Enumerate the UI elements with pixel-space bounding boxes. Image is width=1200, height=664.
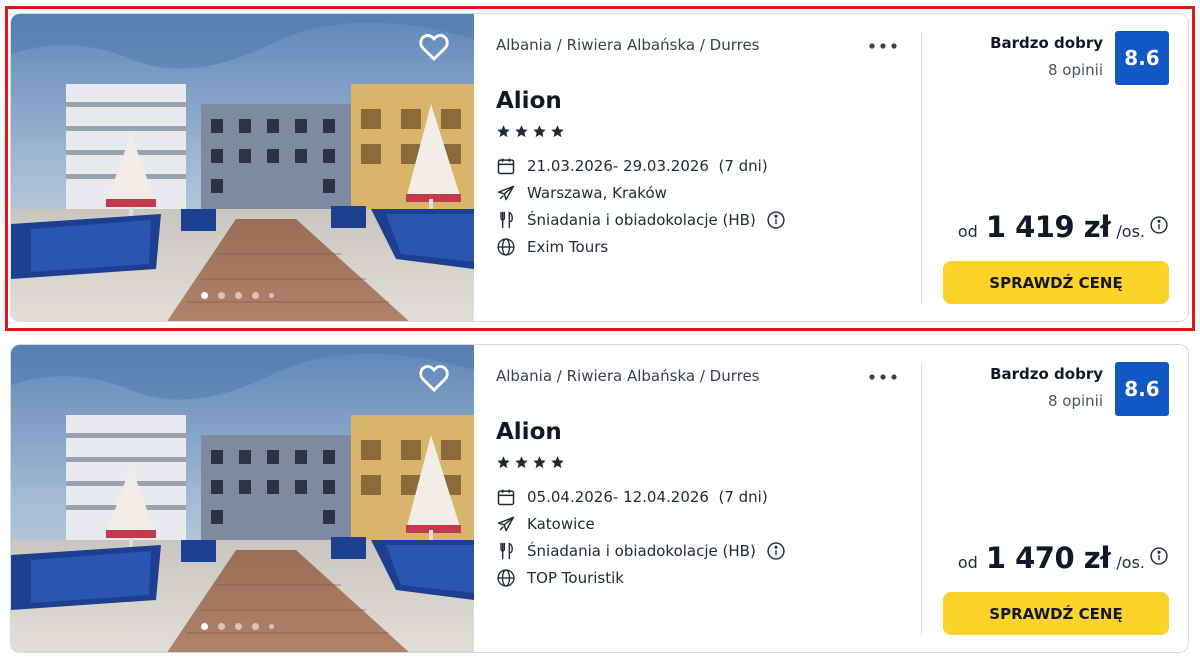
- hotel-name[interactable]: Alion: [496, 419, 562, 445]
- departure-row: Katowice: [496, 514, 595, 534]
- board-row: Śniadania i obiadokolacje (HB): [496, 541, 786, 561]
- reviews-link[interactable]: 8 opinii: [1048, 392, 1103, 410]
- hotel-name[interactable]: Alion: [496, 88, 562, 114]
- photo-dot[interactable]: [218, 623, 225, 630]
- board-text: Śniadania i obiadokolacje (HB): [527, 542, 756, 560]
- star-icon: [515, 456, 528, 469]
- divider: [921, 363, 922, 635]
- info-icon[interactable]: [766, 541, 786, 561]
- price: od 1 470 zł /os.: [958, 541, 1169, 575]
- offer-info: Albania / Riwiera Albańska / Durres Alio…: [496, 14, 931, 321]
- operator-text[interactable]: Exim Tours: [527, 238, 608, 256]
- calendar-icon: [496, 487, 516, 507]
- photo-dot[interactable]: [252, 292, 259, 299]
- photo-dot[interactable]: [252, 623, 259, 630]
- price-suffix: /os.: [1116, 553, 1145, 572]
- operator-text[interactable]: TOP Touristik: [527, 569, 624, 587]
- reviews-link[interactable]: 8 opinii: [1048, 61, 1103, 79]
- more-dots-icon[interactable]: [868, 369, 898, 385]
- photo-dot[interactable]: [269, 293, 274, 298]
- price-column: Bardzo dobry 8 opinii 8.6 od 1 419 zł /o…: [931, 14, 1188, 321]
- info-icon[interactable]: [1149, 215, 1169, 235]
- check-price-button[interactable]: SPRAWDŹ CENĘ: [943, 592, 1169, 635]
- board-text: Śniadania i obiadokolacje (HB): [527, 211, 756, 229]
- score-badge: 8.6: [1115, 31, 1169, 85]
- globe-icon: [496, 568, 516, 588]
- offer-card[interactable]: Albania / Riwiera Albańska / Durres Alio…: [10, 13, 1189, 322]
- cutlery-icon: [496, 541, 516, 561]
- photo-dot[interactable]: [235, 292, 242, 299]
- operator-row: Exim Tours: [496, 237, 608, 257]
- board-row: Śniadania i obiadokolacje (HB): [496, 210, 786, 230]
- price-suffix: /os.: [1116, 222, 1145, 241]
- score-badge: 8.6: [1115, 362, 1169, 416]
- rating-label: Bardzo dobry: [990, 34, 1103, 52]
- star-icon: [497, 456, 510, 469]
- photo-pagination[interactable]: [201, 292, 274, 299]
- hotel-photo[interactable]: [11, 345, 474, 652]
- info-icon[interactable]: [1149, 546, 1169, 566]
- star-icon: [515, 125, 528, 138]
- heart-icon[interactable]: [417, 30, 451, 64]
- info-icon[interactable]: [766, 210, 786, 230]
- more-dots-icon[interactable]: [868, 38, 898, 54]
- photo-dot[interactable]: [269, 624, 274, 629]
- heart-icon[interactable]: [417, 361, 451, 395]
- location-breadcrumb[interactable]: Albania / Riwiera Albańska / Durres: [496, 36, 760, 54]
- hotel-stars: [496, 124, 565, 139]
- photo-dot[interactable]: [201, 292, 208, 299]
- price-column: Bardzo dobry 8 opinii 8.6 od 1 470 zł /o…: [931, 345, 1188, 652]
- plane-icon: [496, 183, 516, 203]
- hotel-stars: [496, 455, 565, 470]
- departure-row: Warszawa, Kraków: [496, 183, 667, 203]
- price-amount: 1 470 zł: [985, 541, 1111, 575]
- check-price-button[interactable]: SPRAWDŹ CENĘ: [943, 261, 1169, 304]
- offer-card[interactable]: Albania / Riwiera Albańska / Durres Alio…: [10, 344, 1189, 653]
- dates-row: 05.04.2026- 12.04.2026 (7 dni): [496, 487, 768, 507]
- calendar-icon: [496, 156, 516, 176]
- dates-text: 05.04.2026- 12.04.2026 (7 dni): [527, 488, 768, 506]
- plane-icon: [496, 514, 516, 534]
- price-amount: 1 419 zł: [985, 210, 1111, 244]
- rating-label: Bardzo dobry: [990, 365, 1103, 383]
- star-icon: [497, 125, 510, 138]
- photo-pagination[interactable]: [201, 623, 274, 630]
- globe-icon: [496, 237, 516, 257]
- hotel-photo[interactable]: [11, 14, 474, 321]
- location-breadcrumb[interactable]: Albania / Riwiera Albańska / Durres: [496, 367, 760, 385]
- star-icon: [551, 456, 564, 469]
- dates-row: 21.03.2026- 29.03.2026 (7 dni): [496, 156, 768, 176]
- operator-row: TOP Touristik: [496, 568, 624, 588]
- departure-text: Katowice: [527, 515, 595, 533]
- photo-dot[interactable]: [235, 623, 242, 630]
- divider: [921, 32, 922, 304]
- dates-text: 21.03.2026- 29.03.2026 (7 dni): [527, 157, 768, 175]
- star-icon: [533, 456, 546, 469]
- star-icon: [533, 125, 546, 138]
- price: od 1 419 zł /os.: [958, 210, 1169, 244]
- offer-info: Albania / Riwiera Albańska / Durres Alio…: [496, 345, 931, 652]
- departure-text: Warszawa, Kraków: [527, 184, 667, 202]
- photo-dot[interactable]: [218, 292, 225, 299]
- photo-dot[interactable]: [201, 623, 208, 630]
- price-prefix: od: [957, 222, 978, 241]
- price-prefix: od: [957, 553, 978, 572]
- star-icon: [551, 125, 564, 138]
- cutlery-icon: [496, 210, 516, 230]
